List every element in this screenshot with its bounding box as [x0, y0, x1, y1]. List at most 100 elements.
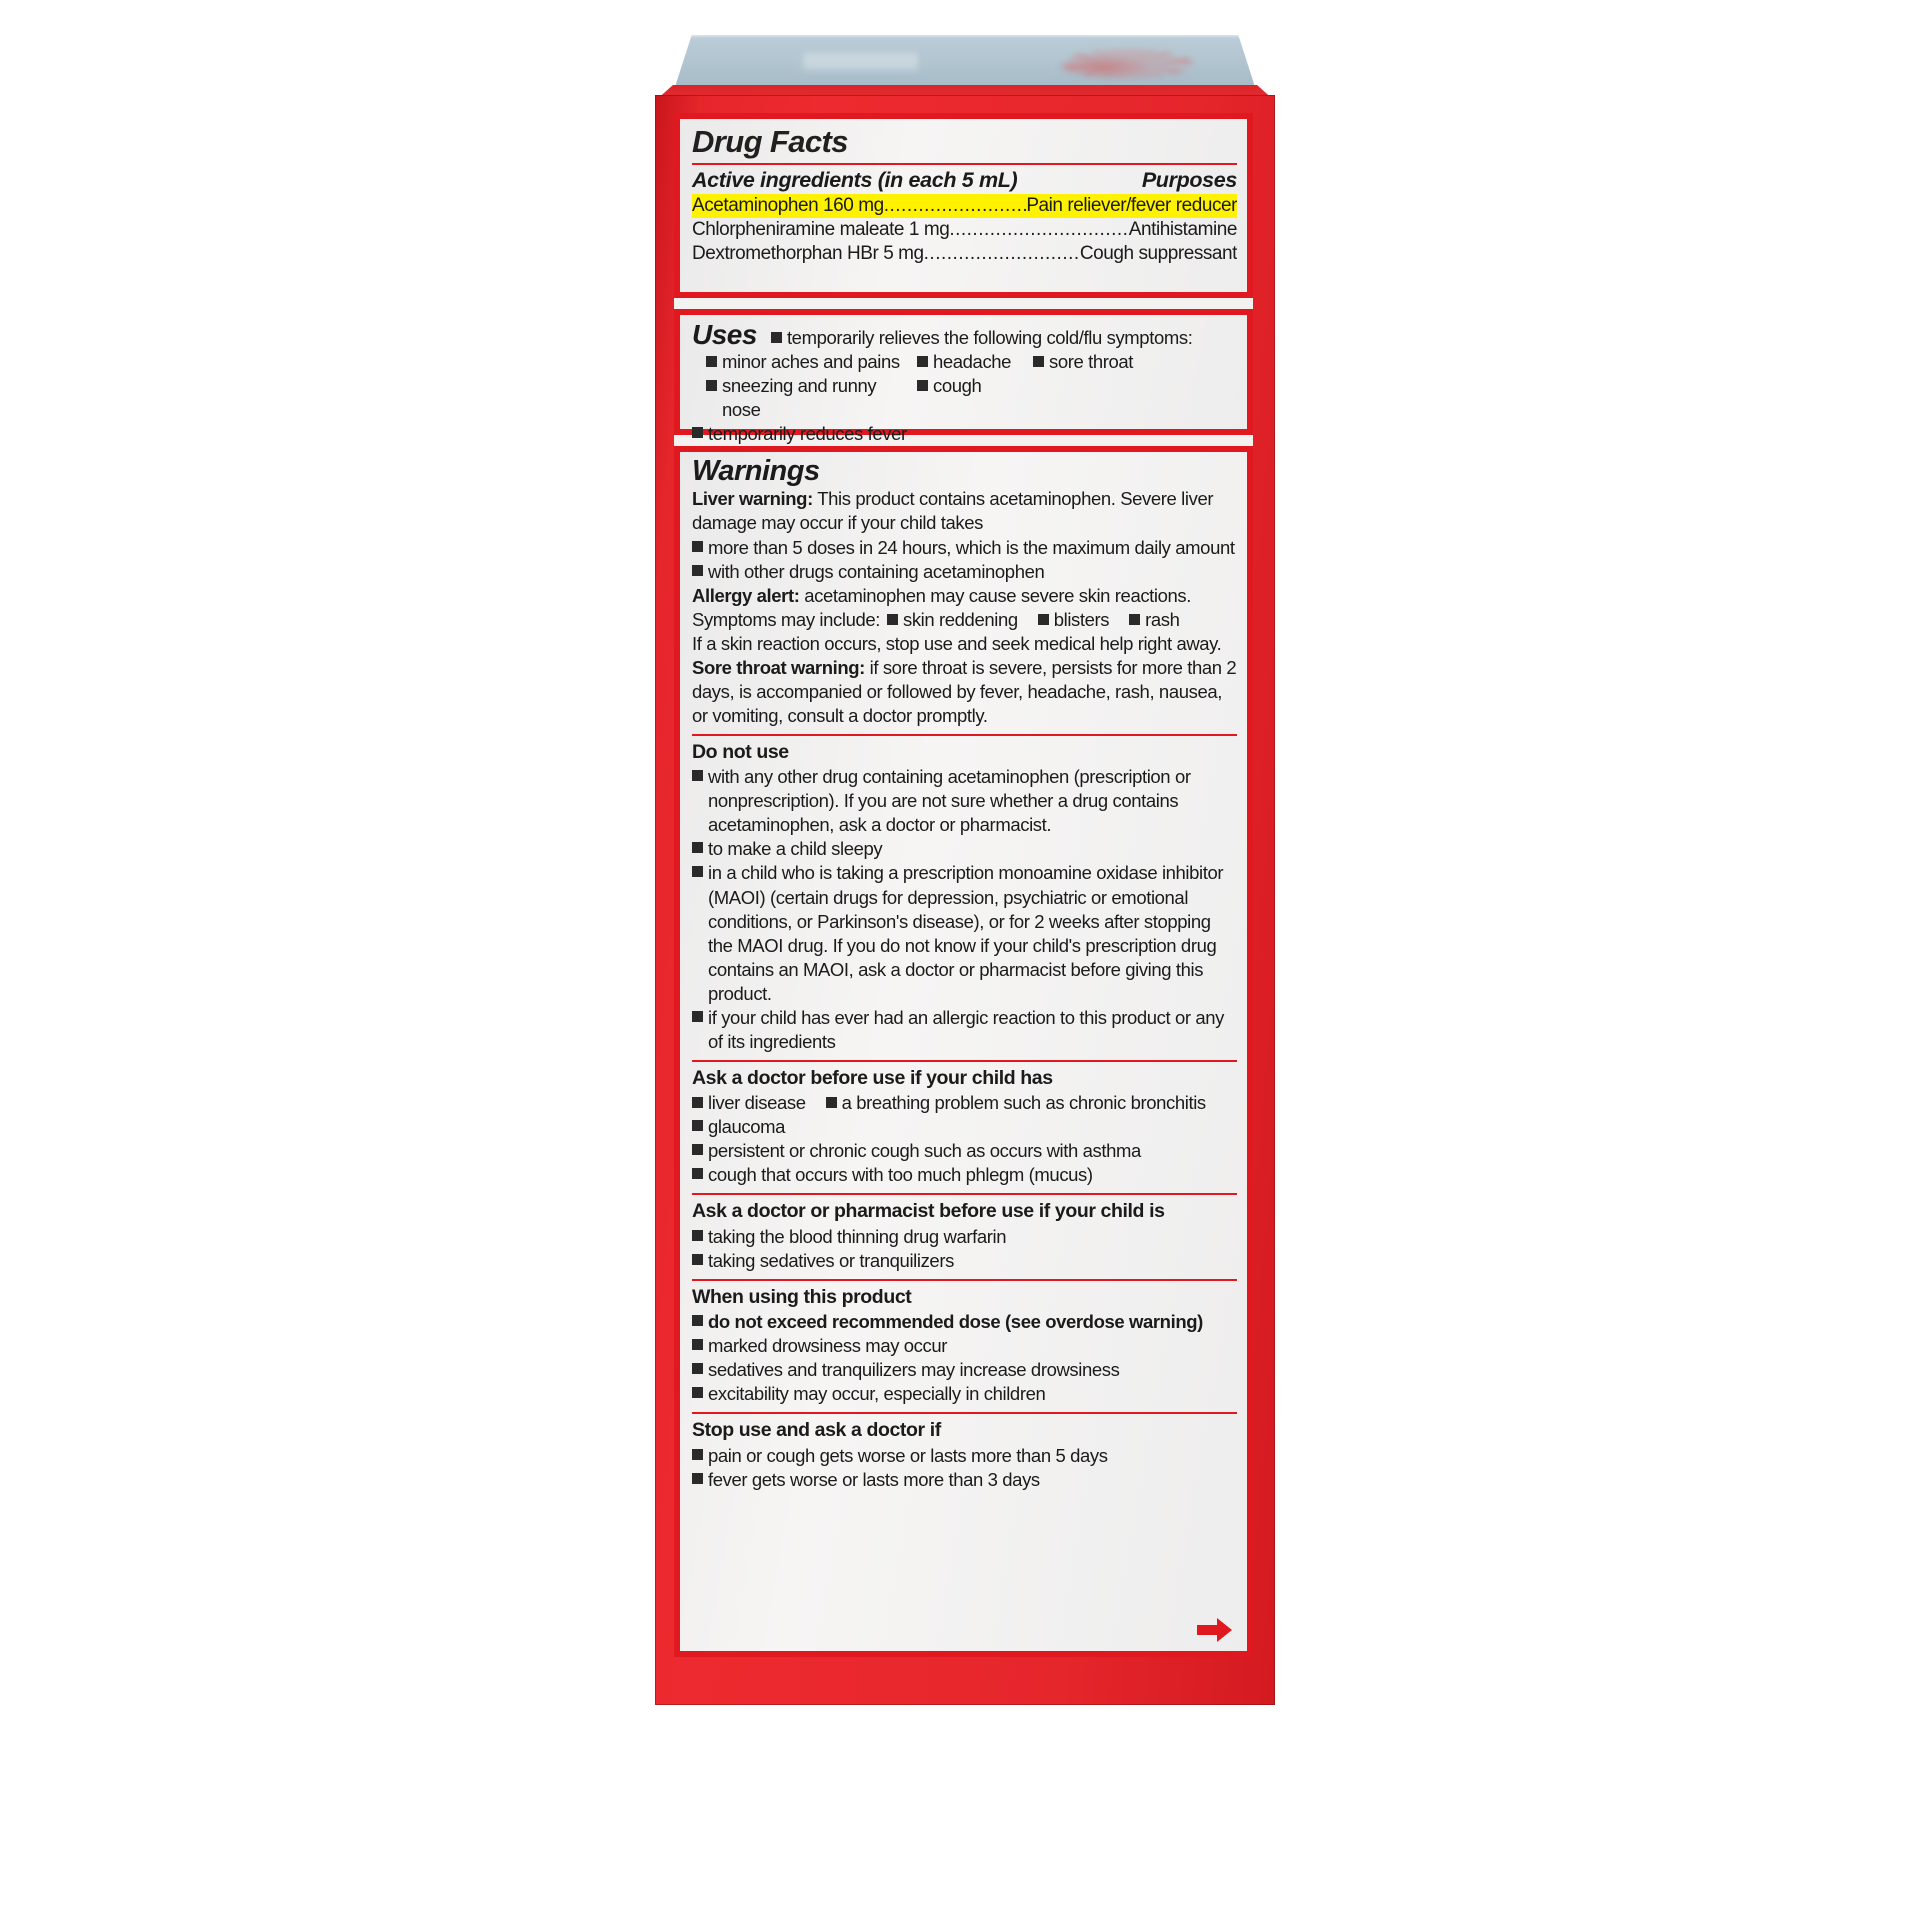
- bullet-icon: [692, 564, 703, 576]
- uses-lead-row: Uses temporarily relieves the following …: [692, 321, 1237, 350]
- uses-symptom: cough: [933, 375, 982, 397]
- product-carton: Drug Facts Active ingredients (in each 5…: [655, 35, 1275, 1705]
- symptoms-lead: Symptoms may include:: [692, 608, 880, 630]
- uses-title: Uses: [692, 319, 757, 350]
- ingredient-purpose: Pain reliever/fever reducer: [1026, 194, 1237, 216]
- symptom-label: blisters: [1053, 608, 1110, 630]
- bullet-icon: [886, 613, 898, 625]
- active-ingredients-header: Active ingredients (in each 5 mL): [692, 167, 1018, 192]
- do-not-use-text: in a child who is taking a prescription …: [708, 862, 1224, 1004]
- when-using-text: marked drowsiness may occur: [708, 1335, 948, 1357]
- allergy-alert-text: acetaminophen may cause severe skin reac…: [799, 584, 1191, 606]
- ask-doctor-heading: Ask a doctor before use if your child ha…: [692, 1066, 1053, 1089]
- do-not-use-text: to make a child sleepy: [708, 838, 883, 860]
- ask-doctor-option: a breathing problem such as chronic bron…: [825, 1091, 1207, 1115]
- stop-use-text: pain or cough gets worse or lasts more t…: [708, 1444, 1108, 1466]
- uses-symptom: sore throat: [1049, 351, 1134, 373]
- bullet-icon: [706, 356, 717, 368]
- bullet-icon: [692, 866, 703, 878]
- do-not-use-item: in a child who is taking a prescription …: [692, 861, 1237, 1005]
- section-divider: [692, 1412, 1237, 1415]
- ask-doctor-item: glaucoma: [692, 1115, 1237, 1139]
- bullet-icon: [1129, 613, 1141, 625]
- symptom-option: rash: [1129, 608, 1180, 632]
- section-divider: [692, 1278, 1237, 1281]
- symptom-option: blisters: [1037, 608, 1110, 632]
- bullet-icon: [692, 770, 703, 782]
- bullet-icon: [692, 1120, 703, 1132]
- carton-top-perspective: [673, 35, 1257, 93]
- bullet-icon: [706, 380, 717, 392]
- stop-use-text: fever gets worse or lasts more than 3 da…: [708, 1468, 1040, 1490]
- liver-warning: Liver warning: This product contains ace…: [692, 487, 1237, 535]
- bullet-icon: [692, 1144, 703, 1156]
- when-using-item: sedatives and tranquilizers may increase…: [692, 1358, 1237, 1382]
- ingredient-row-dextromethorphan: Dextromethorphan HBr 5 mg ..............…: [692, 242, 1237, 266]
- uses-symptom: headache: [933, 351, 1012, 373]
- uses-symptom: sneezing and runny nose: [722, 375, 877, 421]
- liver-bullet-text: with other drugs containing acetaminophe…: [708, 560, 1045, 582]
- bullet-icon: [692, 1253, 703, 1265]
- ask-doctor-text: glaucoma: [708, 1116, 786, 1138]
- ask-doctor-item: persistent or chronic cough such as occu…: [692, 1139, 1237, 1163]
- bullet-icon: [1037, 613, 1049, 625]
- bullet-icon: [692, 1315, 703, 1327]
- when-using-text: do not exceed recommended dose (see over…: [708, 1311, 1203, 1333]
- symptom-option: skin reddening: [886, 608, 1018, 632]
- warnings-title: Warnings: [692, 455, 820, 487]
- ingredient-purpose: Antihistamine: [1128, 218, 1237, 240]
- uses-panel: Uses temporarily relieves the following …: [674, 309, 1253, 444]
- section-divider: [692, 733, 1237, 736]
- page-title: Drug Facts: [692, 124, 849, 159]
- symptom-label: skin reddening: [902, 608, 1018, 630]
- ask-doctor-inline-row: liver disease a breathing problem such a…: [692, 1091, 1237, 1115]
- ask-doctor-label: a breathing problem such as chronic bron…: [841, 1092, 1207, 1114]
- ask-pharmacist-text: taking the blood thinning drug warfarin: [708, 1225, 1007, 1247]
- ingredient-name: Dextromethorphan HBr 5 mg: [692, 243, 924, 265]
- liver-bullet-1: more than 5 doses in 24 hours, which is …: [692, 536, 1237, 560]
- bullet-icon: [692, 842, 703, 854]
- carton-front-panel: Drug Facts Active ingredients (in each 5…: [655, 95, 1275, 1705]
- uses-symptom: minor aches and pains: [722, 351, 900, 373]
- ingredient-name: Chlorpheniramine maleate 1 mg: [692, 218, 950, 240]
- stop-use-item: fever gets worse or lasts more than 3 da…: [692, 1468, 1237, 1492]
- do-not-use-heading: Do not use: [692, 740, 789, 763]
- bullet-icon: [692, 1097, 703, 1109]
- ingredient-row-chlorpheniramine: Chlorpheniramine maleate 1 mg ..........…: [692, 218, 1237, 242]
- leader-dots: ........................................…: [949, 218, 1129, 240]
- bullet-icon: [692, 540, 703, 552]
- bullet-icon: [692, 1448, 703, 1460]
- ask-doctor-label: liver disease: [708, 1092, 806, 1114]
- when-using-text: excitability may occur, especially in ch…: [708, 1383, 1046, 1405]
- carton-top-seal-blurred: [1063, 49, 1193, 79]
- ingredient-row-acetaminophen: Acetaminophen 160 mg ...................…: [692, 193, 1237, 218]
- allergy-alert: Allergy alert: acetaminophen may cause s…: [692, 584, 1237, 608]
- when-using-item-bold: do not exceed recommended dose (see over…: [692, 1310, 1237, 1334]
- leader-dots: .......................................: [923, 243, 1080, 265]
- purposes-header: Purposes: [1141, 167, 1238, 192]
- ask-pharmacist-text: taking sedatives or tranquilizers: [708, 1249, 954, 1271]
- ask-pharmacist-item: taking the blood thinning drug warfarin: [692, 1225, 1237, 1249]
- bullet-icon: [692, 1363, 703, 1375]
- ingredient-purpose: Cough suppressant: [1079, 243, 1237, 265]
- bullet-icon: [825, 1097, 837, 1109]
- skin-reaction-text: If a skin reaction occurs, stop use and …: [692, 632, 1222, 654]
- bullet-icon: [692, 1339, 703, 1351]
- ask-doctor-item: cough that occurs with too much phlegm (…: [692, 1163, 1237, 1187]
- bullet-icon: [692, 1472, 703, 1484]
- bullet-icon: [692, 1010, 703, 1022]
- sore-throat-warning: Sore throat warning: if sore throat is s…: [692, 656, 1237, 728]
- bullet-icon: [770, 332, 782, 343]
- drug-facts-label: Drug Facts Active ingredients (in each 5…: [674, 113, 1253, 1657]
- do-not-use-item: to make a child sleepy: [692, 837, 1237, 861]
- when-using-text: sedatives and tranquilizers may increase…: [708, 1359, 1120, 1381]
- title-divider: [692, 162, 1237, 165]
- liver-bullet-2: with other drugs containing acetaminophe…: [692, 560, 1237, 584]
- symptom-label: rash: [1145, 608, 1180, 630]
- bullet-icon: [917, 380, 928, 392]
- stop-use-item: pain or cough gets worse or lasts more t…: [692, 1444, 1237, 1468]
- uses-reduces-fever: temporarily reduces fever: [692, 422, 1237, 446]
- do-not-use-text: with any other drug containing acetamino…: [708, 766, 1191, 836]
- stop-use-heading: Stop use and ask a doctor if: [692, 1419, 941, 1442]
- leader-dots: .......................................: [883, 194, 1027, 216]
